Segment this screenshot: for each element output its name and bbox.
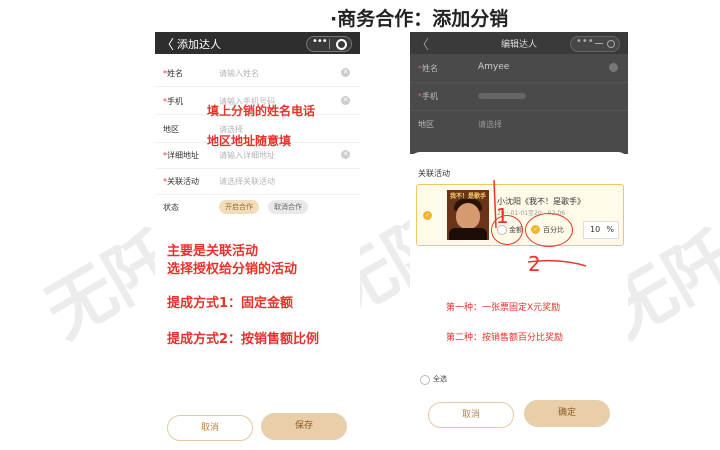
annotation-strokes: [493, 179, 587, 267]
annotation-stroke-1: [493, 179, 497, 229]
annotation-stroke-2: [527, 259, 587, 267]
